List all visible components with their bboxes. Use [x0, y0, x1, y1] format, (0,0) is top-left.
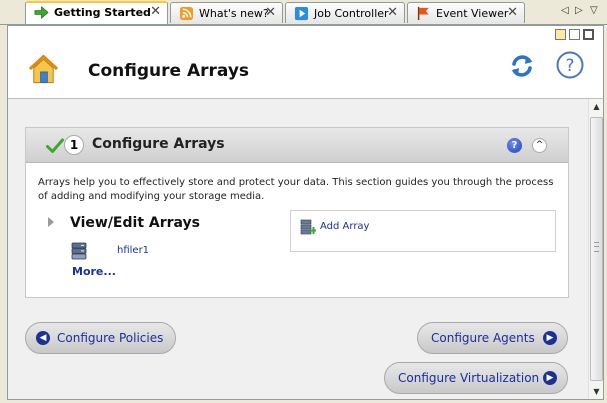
tab-event-viewer[interactable]: Event Viewer ✕: [407, 2, 525, 23]
scroll-up-icon[interactable]: ▲: [590, 100, 603, 113]
refresh-icon[interactable]: [509, 53, 535, 79]
configure-policies-button[interactable]: ◀ Configure Policies: [25, 322, 176, 354]
add-array-box: Add Array: [290, 210, 556, 252]
tab-label: Event Viewer: [436, 7, 509, 20]
tab-label: Getting Started: [54, 6, 151, 19]
more-link[interactable]: More...: [72, 265, 116, 278]
arrow-right-icon: [34, 6, 49, 19]
add-array-link[interactable]: Add Array: [320, 221, 369, 232]
scrollbar-thumb[interactable]: [590, 117, 603, 381]
step-number-badge: 1: [64, 135, 84, 155]
restore-icon[interactable]: [569, 29, 580, 40]
close-icon[interactable]: ✕: [150, 4, 161, 19]
configure-agents-button[interactable]: Configure Agents ▶: [417, 322, 568, 354]
grip-icon: [594, 242, 599, 252]
tab-getting-started[interactable]: Getting Started ✕: [25, 1, 168, 24]
play-icon: [294, 6, 309, 21]
rss-icon: [179, 6, 194, 21]
panel-header: 1 Configure Arrays ? ^: [26, 128, 568, 163]
vertical-scrollbar[interactable]: ▲ ▼: [588, 99, 603, 399]
storage-array-icon: [71, 242, 87, 260]
tab-scroll-left-icon[interactable]: ◁: [561, 5, 569, 17]
panel-help-icon[interactable]: ?: [507, 138, 522, 153]
arrow-right-icon: ▶: [543, 331, 557, 345]
check-icon: [46, 138, 64, 153]
tab-whats-new[interactable]: What's new? ✕: [170, 2, 283, 23]
arrow-right-icon: ▶: [543, 371, 557, 385]
page-title: Configure Arrays: [88, 61, 250, 81]
page-header: Configure Arrays ?: [8, 26, 603, 99]
pin-icon[interactable]: [555, 29, 566, 40]
configure-arrays-panel: 1 Configure Arrays ? ^ Arrays help you t…: [25, 127, 569, 298]
arrow-left-icon: ◀: [36, 331, 50, 345]
configure-virtualization-label: Configure Virtualization: [398, 371, 540, 385]
configure-policies-label: Configure Policies: [57, 331, 164, 345]
tab-label: Job Controller: [314, 7, 389, 20]
add-array-icon[interactable]: [300, 219, 316, 235]
scroll-down-icon[interactable]: ▼: [590, 385, 603, 398]
view-edit-arrays-title: View/Edit Arrays: [70, 215, 200, 231]
configure-virtualization-button[interactable]: Configure Virtualization ▶: [384, 362, 568, 394]
panel-description: Arrays help you to effectively store and…: [38, 177, 554, 202]
main-content: 1 Configure Arrays ? ^ Arrays help you t…: [8, 99, 588, 399]
expand-arrow-icon[interactable]: [48, 217, 54, 227]
array-link-hfiler1[interactable]: hfiler1: [117, 245, 149, 256]
flag-icon: [417, 6, 429, 21]
home-icon[interactable]: [27, 53, 60, 85]
collapse-icon[interactable]: ^: [532, 138, 547, 153]
close-icon[interactable]: ✕: [387, 5, 398, 20]
editor-tab-bar: Getting Started ✕ What's new? ✕ Job Cont…: [0, 0, 607, 25]
close-icon[interactable]: ✕: [507, 5, 518, 20]
configure-agents-label: Configure Agents: [431, 331, 535, 345]
help-glyph: ?: [565, 56, 574, 76]
close-icon[interactable]: ✕: [265, 5, 276, 20]
tab-label: What's new?: [199, 7, 269, 20]
panel-title: Configure Arrays: [92, 136, 225, 152]
tab-job-controller[interactable]: Job Controller ✕: [285, 2, 405, 23]
tab-scroll-right-icon[interactable]: ▷: [575, 5, 583, 17]
getting-started-view: Configure Arrays ? 1 Configure Arrays ? …: [7, 25, 604, 400]
maximize-icon[interactable]: [583, 29, 594, 40]
tab-list-menu-icon[interactable]: ▽: [590, 5, 598, 17]
help-icon[interactable]: ?: [556, 51, 584, 79]
